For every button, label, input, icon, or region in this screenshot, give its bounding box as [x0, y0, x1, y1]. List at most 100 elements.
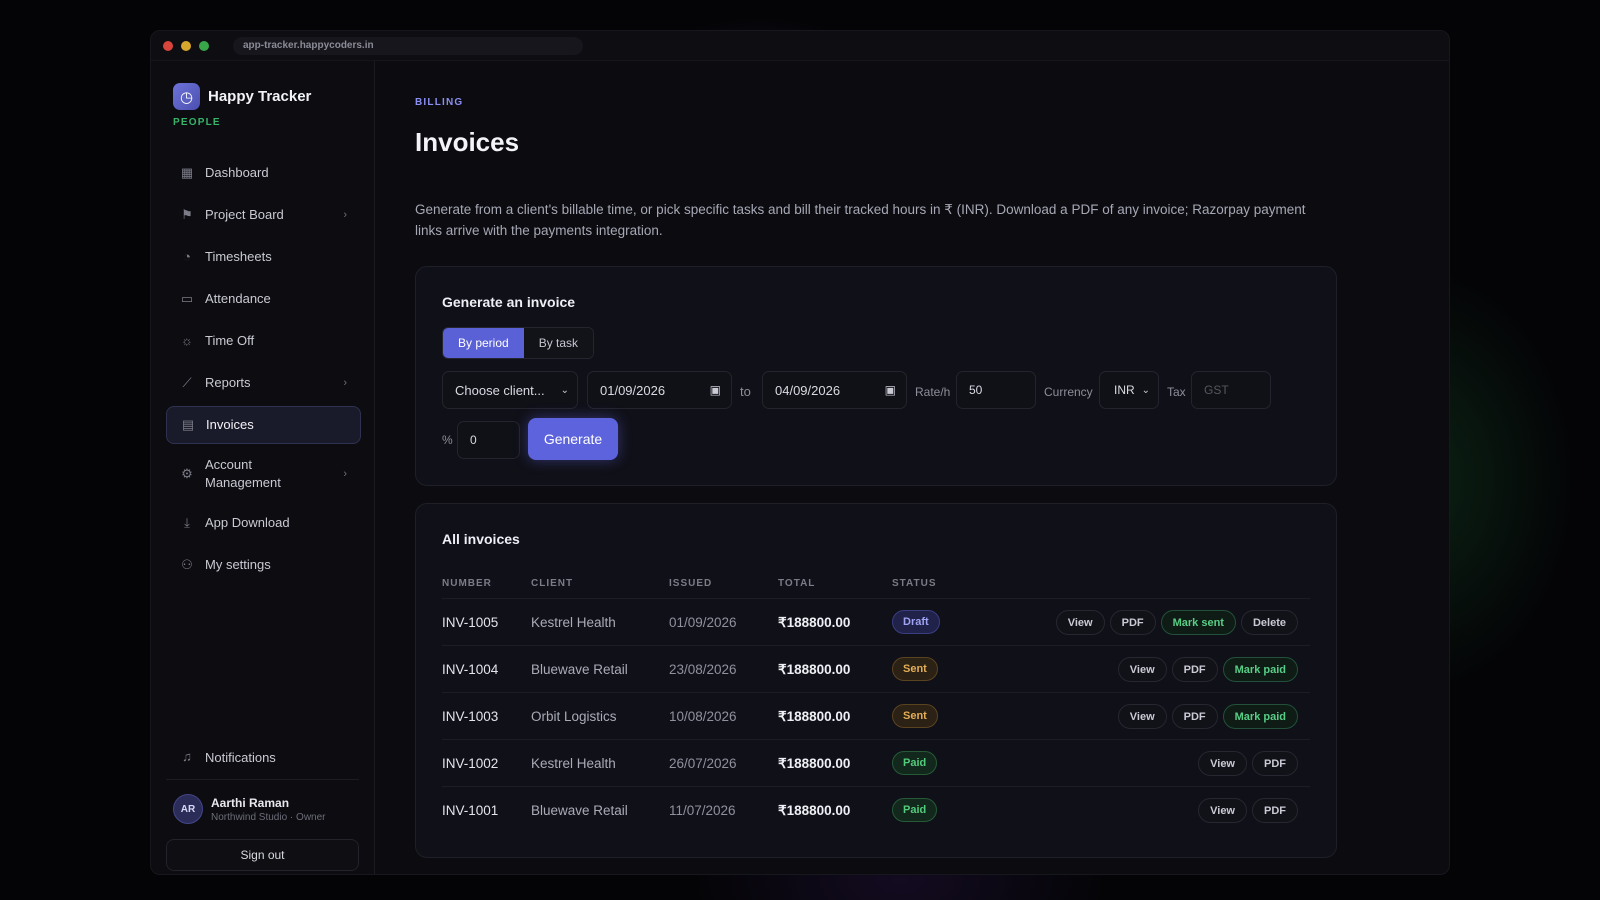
- to-date-value: 04/09/2026: [775, 382, 841, 398]
- address-bar[interactable]: app-tracker.happycoders.in: [233, 36, 583, 55]
- pdf-button[interactable]: PDF: [1109, 610, 1156, 635]
- sidebar-item-label: App Download: [205, 515, 290, 530]
- sidebar-item-label: Reports: [205, 375, 251, 390]
- chart-icon: ⟋: [182, 375, 192, 390]
- view-button[interactable]: View: [1055, 610, 1105, 635]
- sidebar-nav: ▦ Dashboard ⚑ Project Board › ◔ Timeshee…: [166, 154, 361, 588]
- status-badge: Sent: [892, 704, 938, 728]
- to-label: to: [740, 384, 751, 399]
- sidebar-item-label: Timesheets: [205, 249, 272, 264]
- sun-icon: ☼: [181, 333, 193, 348]
- invoice-issued: 01/09/2026: [669, 615, 737, 630]
- avatar: AR: [173, 794, 203, 824]
- status-badge: Sent: [892, 657, 938, 681]
- rate-label: Rate/h: [915, 385, 951, 399]
- table-row: INV-1005 Kestrel Health 01/09/2026 ₹1888…: [442, 598, 1310, 645]
- notifications-label: Notifications: [205, 749, 276, 765]
- table-row: INV-1001 Bluewave Retail 11/07/2026 ₹188…: [442, 786, 1310, 833]
- all-invoices-card: All invoices NUMBER CLIENT ISSUED TOTAL …: [415, 503, 1337, 858]
- by-task-tab[interactable]: By task: [523, 328, 594, 358]
- from-date-input[interactable]: 01/09/2026 ▣: [587, 371, 732, 409]
- section-label: BILLING: [415, 97, 464, 108]
- pdf-button[interactable]: PDF: [1252, 798, 1298, 823]
- mode-toggle: By period By task: [442, 327, 595, 359]
- generate-invoice-card: Generate an invoice By period By task Ch…: [415, 266, 1337, 486]
- view-button[interactable]: View: [1117, 704, 1167, 729]
- view-button[interactable]: View: [1117, 657, 1167, 682]
- pdf-button[interactable]: PDF: [1252, 751, 1298, 776]
- invoice-number: INV-1001: [442, 803, 499, 818]
- percent-value: 0: [470, 433, 477, 447]
- download-icon: ⤓: [184, 515, 190, 530]
- invoice-client: Bluewave Retail: [531, 662, 628, 677]
- sidebar-item-label: Attendance: [205, 291, 271, 306]
- card-title: All invoices: [442, 531, 520, 547]
- user-profile[interactable]: AR Aarthi Raman Northwind Studio · Owner: [173, 794, 326, 824]
- browser-titlebar: app-tracker.happycoders.in: [151, 31, 1449, 61]
- invoice-total: ₹188800.00: [778, 802, 851, 818]
- tax-placeholder: GST: [1204, 383, 1229, 397]
- status-badge: Paid: [892, 798, 938, 822]
- invoice-number: INV-1005: [442, 615, 499, 630]
- user-org: Northwind Studio · Owner: [211, 811, 326, 823]
- document-icon: ▤: [181, 417, 195, 432]
- pdf-button[interactable]: PDF: [1171, 704, 1218, 729]
- board-icon: ⚑: [181, 207, 193, 222]
- delete-button[interactable]: Delete: [1240, 610, 1298, 635]
- invoice-issued: 23/08/2026: [669, 662, 737, 677]
- page-title: Invoices: [415, 127, 520, 157]
- sidebar-item-attendance[interactable]: ▭ Attendance: [166, 280, 361, 318]
- calendar-icon: ▭: [180, 291, 194, 306]
- minimize-window-button[interactable]: [181, 40, 191, 51]
- invoice-total: ₹188800.00: [778, 614, 851, 630]
- sidebar-item-time-off[interactable]: ☼ Time Off: [166, 322, 361, 360]
- page-description: Generate from a client's billable time, …: [415, 202, 1306, 238]
- sidebar-item-account-management[interactable]: ⚙ Account Management ›: [166, 448, 361, 500]
- sidebar-item-app-download[interactable]: ⤓ App Download: [166, 504, 361, 542]
- view-button[interactable]: View: [1198, 798, 1247, 823]
- column-header-number: NUMBER: [442, 578, 492, 589]
- to-date-input[interactable]: 04/09/2026 ▣: [762, 371, 907, 409]
- maximize-window-button[interactable]: [199, 40, 209, 51]
- mark-sent-button[interactable]: Mark sent: [1160, 610, 1236, 635]
- sidebar-item-my-settings[interactable]: ⚇ My settings: [166, 546, 361, 584]
- invoice-issued: 10/08/2026: [669, 709, 737, 724]
- card-title: Generate an invoice: [442, 294, 576, 310]
- sign-out-button[interactable]: Sign out: [166, 839, 359, 871]
- column-header-total: TOTAL: [778, 578, 816, 589]
- sidebar-item-project-board[interactable]: ⚑ Project Board ›: [166, 196, 361, 234]
- calendar-icon: ▣: [884, 383, 896, 397]
- bell-icon: ♫: [182, 749, 192, 764]
- currency-select[interactable]: INR ⌄: [1099, 371, 1159, 409]
- tax-input[interactable]: GST: [1191, 371, 1271, 409]
- column-header-issued: ISSUED: [669, 578, 713, 589]
- calendar-icon: ▣: [709, 383, 721, 397]
- percent-input[interactable]: 0: [457, 421, 520, 459]
- invoice-total: ₹188800.00: [778, 755, 851, 771]
- sidebar-item-dashboard[interactable]: ▦ Dashboard: [166, 154, 361, 192]
- pdf-button[interactable]: PDF: [1171, 657, 1218, 682]
- close-window-button[interactable]: [163, 40, 173, 51]
- brand[interactable]: ◷ Happy Tracker: [173, 83, 311, 110]
- sidebar-divider: [166, 779, 359, 780]
- invoice-client: Kestrel Health: [531, 756, 616, 771]
- sidebar-item-timesheets[interactable]: ◔ Timesheets: [166, 238, 361, 276]
- mark-paid-button[interactable]: Mark paid: [1222, 657, 1298, 682]
- sidebar-item-label: Invoices: [206, 417, 254, 432]
- table-row: INV-1004 Bluewave Retail 23/08/2026 ₹188…: [442, 645, 1310, 692]
- invoice-number: INV-1004: [442, 662, 499, 677]
- rate-input[interactable]: 50: [956, 371, 1036, 409]
- view-button[interactable]: View: [1198, 751, 1247, 776]
- notifications-link[interactable]: ♫ Notifications: [179, 749, 276, 765]
- sidebar-item-reports[interactable]: ⟋ Reports ›: [166, 364, 361, 402]
- status-badge: Paid: [892, 751, 938, 775]
- chevron-right-icon: ›: [343, 209, 347, 221]
- generate-button[interactable]: Generate: [528, 418, 618, 460]
- invoice-total: ₹188800.00: [778, 708, 851, 724]
- sidebar-item-invoices[interactable]: ▤ Invoices: [166, 406, 361, 444]
- by-period-tab[interactable]: By period: [443, 328, 524, 358]
- client-select-value: Choose client...: [455, 382, 545, 398]
- client-select[interactable]: Choose client... ⌄: [442, 371, 578, 409]
- sidebar-item-label: Project Board: [205, 207, 284, 222]
- mark-paid-button[interactable]: Mark paid: [1222, 704, 1298, 729]
